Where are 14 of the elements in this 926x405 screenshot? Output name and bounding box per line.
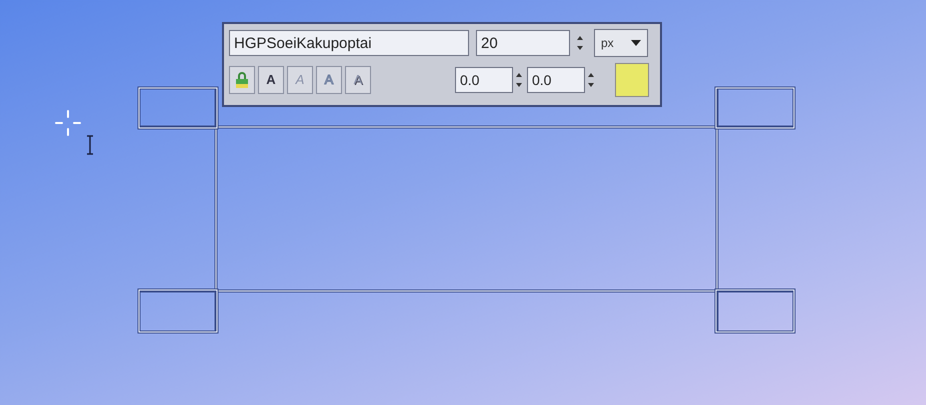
offset-field[interactable]: 0.0	[455, 67, 513, 93]
color-swatch[interactable]	[615, 63, 649, 97]
offset-field[interactable]: 0.0	[527, 67, 585, 93]
font-size-field[interactable]: 20	[476, 30, 570, 56]
spinner-icon[interactable]	[515, 71, 523, 89]
text-cursor-icon	[86, 135, 94, 155]
lock-icon	[235, 71, 249, 89]
spinner-icon[interactable]	[587, 71, 595, 89]
font-name-field[interactable]: HGPSoeiKakupoptai	[229, 30, 469, 56]
dropdown-arrow-icon	[631, 40, 641, 46]
lock-button[interactable]	[229, 66, 255, 94]
crosshair-cursor-icon	[55, 110, 81, 136]
bold-button[interactable]: A	[258, 66, 284, 94]
unit-dropdown[interactable]: px	[594, 29, 648, 57]
